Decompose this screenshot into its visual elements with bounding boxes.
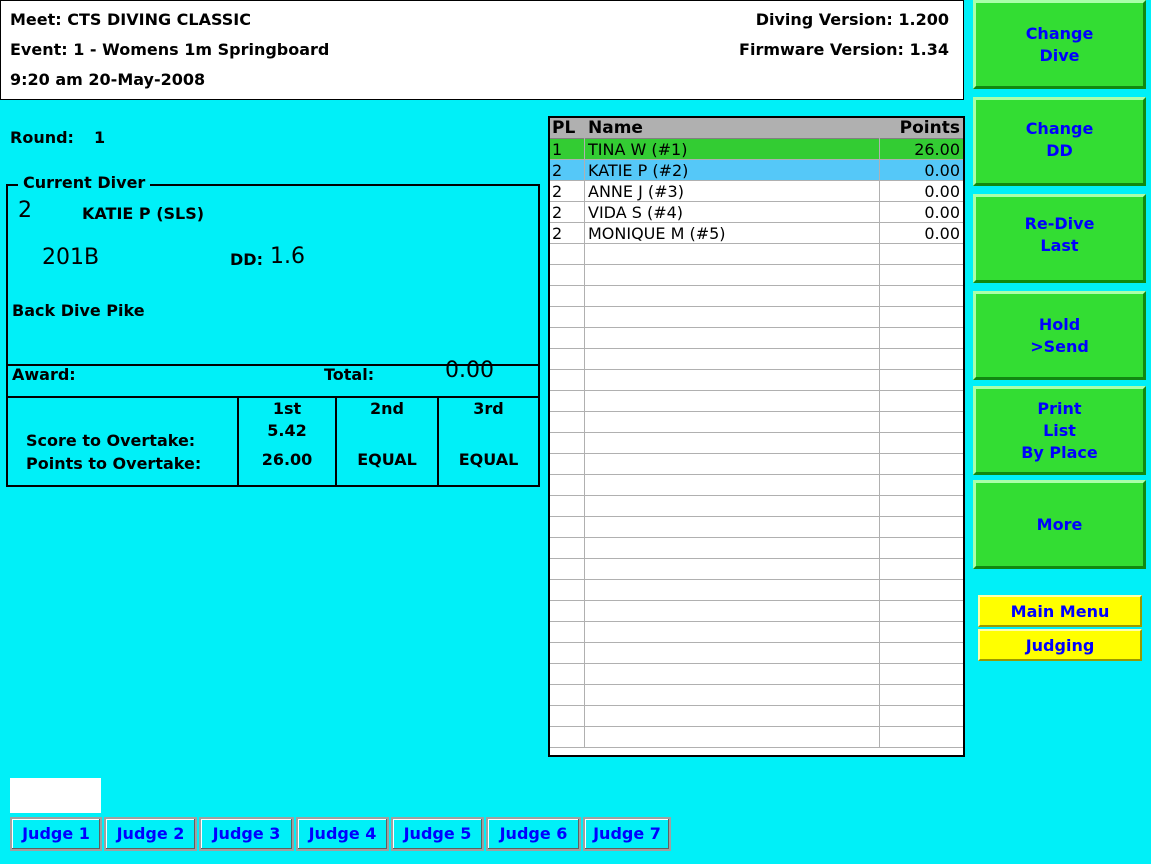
standings-pl: 2: [552, 224, 563, 243]
standings-header-row: PL Name Points: [550, 118, 963, 139]
standings-row[interactable]: 2 VIDA S (#4) 0.00: [550, 202, 963, 223]
standings-points: 0.00: [924, 182, 960, 201]
standings-empty-row: [550, 664, 963, 685]
round-label: Round:: [10, 128, 74, 147]
judge-2-button[interactable]: Judge 2: [104, 817, 197, 851]
standings-points: 0.00: [924, 224, 960, 243]
standings-empty-row: [550, 454, 963, 475]
main-menu-button[interactable]: Main Menu: [978, 595, 1142, 627]
standings-name: VIDA S (#4): [588, 203, 684, 222]
dive-code: 201B: [42, 245, 100, 270]
standings-row[interactable]: 2 KATIE P (#2) 0.00: [550, 160, 963, 181]
judge-4-button[interactable]: Judge 4: [296, 817, 389, 851]
diver-name: KATIE P (SLS): [82, 204, 205, 223]
judge-6-button[interactable]: Judge 6: [486, 817, 581, 851]
judge-3-button[interactable]: Judge 3: [199, 817, 294, 851]
standings-points: 26.00: [914, 140, 960, 159]
diver-number: 2: [18, 198, 32, 223]
name-header: Name: [588, 118, 643, 138]
judge-7-button[interactable]: Judge 7: [583, 817, 671, 851]
standings-pl: 2: [552, 203, 563, 222]
total-value: 0.00: [445, 358, 494, 383]
overtake-2nd-header: 2nd: [370, 399, 404, 418]
standings-empty-row: [550, 685, 963, 706]
overtake-3rd-header: 3rd: [473, 399, 504, 418]
standings-empty-row: [550, 433, 963, 454]
more-button[interactable]: More: [973, 480, 1146, 569]
standings-name: MONIQUE M (#5): [588, 224, 726, 243]
standings-empty-row: [550, 580, 963, 601]
diving-version: Diving Version: 1.200: [755, 10, 949, 29]
standings-empty-row: [550, 307, 963, 328]
points-to-overtake-3rd: EQUAL: [458, 450, 519, 469]
standings-name: TINA W (#1): [588, 140, 688, 159]
standings-empty-row: [550, 349, 963, 370]
standings-points: 0.00: [924, 203, 960, 222]
score-to-overtake-label: Score to Overtake:: [26, 431, 196, 450]
print-list-by-place-button[interactable]: Print List By Place: [973, 386, 1146, 475]
standings-empty-row: [550, 538, 963, 559]
standings-empty-row: [550, 475, 963, 496]
standings-empty-row: [550, 727, 963, 748]
standings-empty-row: [550, 643, 963, 664]
event-name: Event: 1 - Womens 1m Springboard: [10, 40, 330, 59]
current-diver-panel: 2 KATIE P (SLS) 201B DD: 1.6 Back Dive P…: [6, 184, 540, 487]
standings-empty-row: [550, 244, 963, 265]
standings-empty-row: [550, 601, 963, 622]
divider: [8, 396, 538, 398]
overtake-1st-header: 1st: [272, 399, 302, 418]
standings-row[interactable]: 1 TINA W (#1) 26.00: [550, 139, 963, 160]
standings-name: KATIE P (#2): [588, 161, 689, 180]
change-dive-button[interactable]: Change Dive: [973, 0, 1146, 89]
standings-empty-row: [550, 412, 963, 433]
standings-points: 0.00: [924, 161, 960, 180]
standings-table: PL Name Points 1 TINA W (#1) 26.00 2 KATIE P (#…: [548, 116, 965, 757]
standings-empty-row: [550, 391, 963, 412]
award-label: Award:: [12, 365, 76, 384]
date-time: 9:20 am 20-May-2008: [10, 70, 206, 89]
dd-value: 1.6: [270, 244, 305, 269]
standings-pl: 2: [552, 182, 563, 201]
standings-empty-row: [550, 622, 963, 643]
judge-1-button[interactable]: Judge 1: [10, 817, 102, 851]
pl-divider: [584, 118, 585, 748]
pl-header: PL: [552, 118, 576, 138]
points-divider: [879, 118, 880, 748]
dive-description: Back Dive Pike: [12, 301, 145, 320]
judge-5-button[interactable]: Judge 5: [391, 817, 484, 851]
standings-row[interactable]: 2 ANNE J (#3) 0.00: [550, 181, 963, 202]
firmware-version: Firmware Version: 1.34: [739, 40, 949, 59]
judging-button[interactable]: Judging: [978, 629, 1142, 661]
dd-label: DD:: [230, 250, 263, 269]
standings-empty-row: [550, 706, 963, 727]
standings-empty-row: [550, 559, 963, 580]
re-dive-last-button[interactable]: Re-Dive Last: [973, 194, 1146, 283]
points-header: Points: [899, 118, 960, 138]
standings-pl: 2: [552, 161, 563, 180]
standings-empty-row: [550, 328, 963, 349]
blank-indicator: [10, 778, 101, 813]
change-dd-button[interactable]: Change DD: [973, 97, 1146, 186]
standings-empty-row: [550, 517, 963, 538]
round-value: 1: [94, 128, 106, 147]
points-to-overtake-label: Points to Overtake:: [26, 454, 202, 473]
standings-empty-row: [550, 286, 963, 307]
standings-row[interactable]: 2 MONIQUE M (#5) 0.00: [550, 223, 963, 244]
standings-name: ANNE J (#3): [588, 182, 684, 201]
meet-name: Meet: CTS DIVING CLASSIC: [10, 10, 251, 29]
standings-empty-row: [550, 496, 963, 517]
standings-empty-row: [550, 370, 963, 391]
current-diver-legend: Current Diver: [18, 173, 151, 192]
score-to-overtake-1st: 5.42: [267, 421, 307, 440]
points-to-overtake-1st: 26.00: [261, 450, 313, 469]
total-label: Total:: [324, 365, 375, 384]
standings-empty-row: [550, 265, 963, 286]
meet-info-header: Meet: CTS DIVING CLASSIC Event: 1 - Wome…: [0, 0, 964, 100]
points-to-overtake-2nd: EQUAL: [357, 450, 417, 469]
hold-send-button[interactable]: Hold >Send: [973, 291, 1146, 380]
standings-pl: 1: [552, 140, 563, 159]
